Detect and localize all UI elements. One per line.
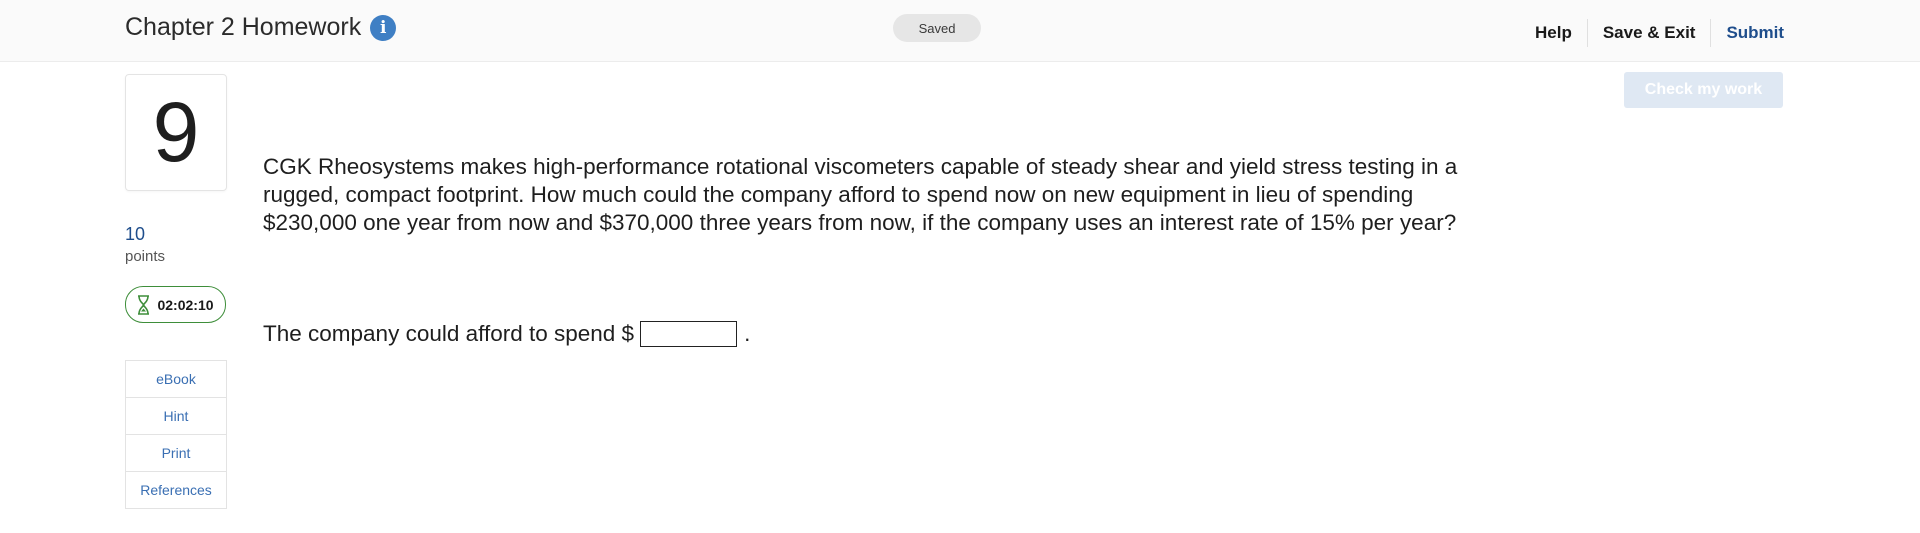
ebook-link[interactable]: eBook [125,360,227,397]
assignment-title-group: Chapter 2 Homework i [125,13,397,42]
hourglass-icon [138,294,150,315]
saved-status-badge: Saved [893,14,981,42]
points-value: 10 [125,224,146,244]
timer-value: 02:02:10 [157,296,214,313]
points-label: points [125,248,166,265]
answer-input[interactable] [640,321,738,347]
help-button[interactable]: Help [1520,23,1587,43]
timer-badge: 02:02:10 [125,286,226,323]
tools-panel: eBook Hint Print References [125,360,227,509]
print-link[interactable]: Print [125,434,227,471]
question-number: 9 [125,74,227,191]
check-my-work-button[interactable]: Check my work [1624,72,1783,108]
info-icon[interactable]: i [370,14,397,41]
assignment-title: Chapter 2 Homework [125,13,362,41]
submit-button[interactable]: Submit [1711,23,1799,43]
answer-suffix: . [744,321,751,346]
header-actions: Help Save & Exit Submit [1520,19,1799,47]
hint-link[interactable]: Hint [125,397,227,434]
answer-line: The company could afford to spend $ . [263,321,750,347]
save-exit-button[interactable]: Save & Exit [1588,23,1711,43]
answer-prefix: The company could afford to spend $ [263,321,635,346]
references-link[interactable]: References [125,471,227,509]
top-header: Chapter 2 Homework i Saved Help Save & E… [0,0,1920,62]
question-text: CGK Rheosystems makes high-performance r… [263,154,1458,235]
